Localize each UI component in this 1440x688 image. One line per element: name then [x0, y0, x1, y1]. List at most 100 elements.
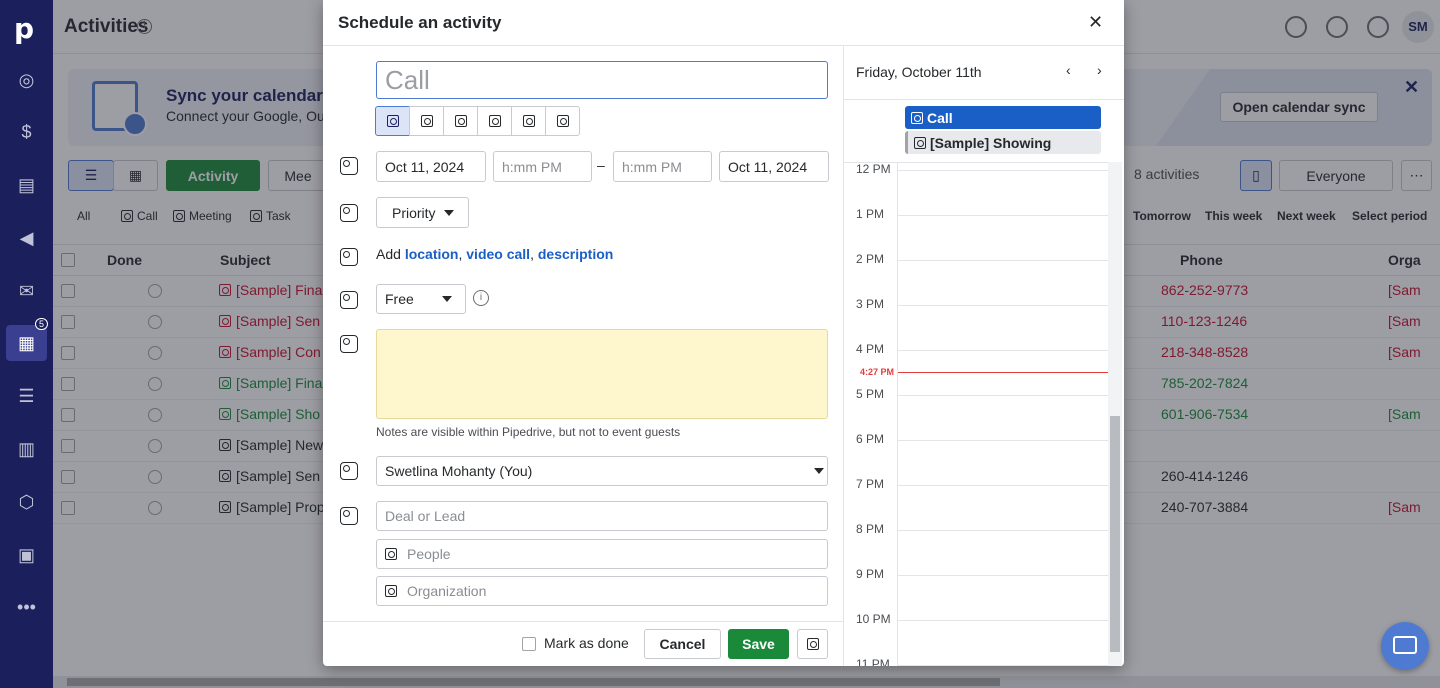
hour-slot[interactable]: 5 PM	[844, 387, 1108, 401]
email-icon[interactable]	[511, 106, 546, 136]
marketplace-icon[interactable]: ▣	[0, 537, 53, 573]
pipedrive-logo[interactable]: p	[14, 12, 34, 45]
mail-icon[interactable]: ✉	[0, 273, 53, 309]
notes-editor[interactable]	[376, 329, 828, 419]
add-details-links: Add location, video call, description	[376, 246, 614, 262]
products-icon[interactable]: ⬡	[0, 484, 53, 520]
hour-label: 11 PM	[856, 657, 890, 666]
assignee-select[interactable]: Swetlina Mohanty (You)	[376, 456, 828, 486]
info-icon[interactable]: i	[473, 290, 489, 306]
add-video-call-link[interactable]: video call	[466, 246, 530, 262]
hour-label: 10 PM	[856, 612, 891, 626]
hour-slot[interactable]: 12 PM	[844, 162, 1108, 176]
chevron-left-icon[interactable]: ‹	[1066, 62, 1071, 78]
add-description-link[interactable]: description	[538, 246, 613, 262]
projects-icon[interactable]: ▤	[0, 167, 53, 203]
busy-free-select[interactable]: Free	[376, 284, 466, 314]
end-time-input[interactable]: h:mm PM	[613, 151, 712, 182]
activities-badge: 5	[35, 318, 49, 330]
event-call-label: Call	[927, 109, 953, 126]
deals-icon[interactable]: $	[0, 114, 53, 150]
calendar-date: Friday, October 11th	[856, 64, 982, 80]
cancel-button[interactable]: Cancel	[644, 629, 721, 659]
deal-lead-input[interactable]: Deal or Lead	[376, 501, 828, 531]
more-icon	[339, 247, 359, 267]
add-location-link[interactable]: location	[405, 246, 459, 262]
hour-label: 1 PM	[856, 207, 885, 221]
chevron-down-icon	[441, 296, 452, 302]
help-bot-button[interactable]	[1381, 622, 1429, 670]
hour-slot[interactable]: 2 PM	[844, 252, 1108, 266]
graduation-cap-icon	[1393, 636, 1417, 654]
call-icon[interactable]	[375, 106, 410, 136]
end-time-placeholder: h:mm PM	[622, 158, 682, 175]
campaigns-icon[interactable]: ◀	[0, 220, 53, 256]
event-showing-label: [Sample] Showing	[930, 134, 1052, 151]
date-separator: –	[597, 157, 605, 173]
contacts-icon[interactable]: ☰	[0, 378, 53, 414]
close-icon[interactable]: ✕	[1088, 12, 1103, 33]
hour-slot[interactable]: 10 PM	[844, 612, 1108, 626]
chevron-down-icon	[443, 209, 454, 216]
day-calendar: Friday, October 11th ‹ › Call [Sample] S…	[843, 46, 1124, 666]
chevron-right-icon[interactable]: ›	[1097, 62, 1102, 78]
hour-slot[interactable]: 3 PM	[844, 297, 1108, 311]
start-date-input[interactable]: Oct 11, 2024	[376, 151, 486, 182]
person-icon	[385, 548, 397, 560]
busy-icon	[339, 290, 359, 310]
more-icon[interactable]: •••	[0, 589, 53, 625]
people-input[interactable]: People	[376, 539, 828, 569]
hour-slot[interactable]: 1 PM	[844, 207, 1108, 221]
hour-label: 4 PM	[856, 342, 885, 356]
event-call[interactable]: Call	[905, 106, 1101, 129]
hour-slot[interactable]: 7 PM	[844, 477, 1108, 491]
save-options-button[interactable]	[797, 629, 828, 659]
link-icon	[339, 506, 359, 526]
call-icon	[911, 111, 923, 124]
notes-icon	[339, 334, 359, 354]
modal-title: Schedule an activity	[338, 13, 502, 32]
people-placeholder: People	[407, 546, 451, 562]
deal-placeholder: Deal or Lead	[385, 508, 466, 524]
hour-label: 6 PM	[856, 432, 885, 446]
clock-icon	[339, 156, 359, 176]
calendar-scrollbar[interactable]	[1108, 162, 1122, 666]
hour-label: 5 PM	[856, 387, 885, 401]
activities-icon[interactable]: ▦	[6, 325, 47, 361]
copy-icon	[806, 638, 819, 650]
deadline-icon[interactable]	[477, 106, 512, 136]
meeting-icon	[914, 136, 926, 149]
meeting-icon[interactable]	[409, 106, 444, 136]
notes-hint: Notes are visible within Pipedrive, but …	[376, 425, 681, 439]
organization-input[interactable]: Organization	[376, 576, 828, 606]
start-date-value: Oct 11, 2024	[385, 158, 465, 175]
mark-done-label[interactable]: Mark as done	[544, 635, 629, 651]
hour-slot[interactable]: 9 PM	[844, 567, 1108, 581]
schedule-activity-modal: Schedule an activity ✕ Call Oct 11, 2024…	[323, 0, 1124, 666]
hour-slot[interactable]: 4 PM	[844, 342, 1108, 356]
busy-free-label: Free	[385, 291, 414, 307]
add-prefix: Add	[376, 246, 401, 262]
end-date-value: Oct 11, 2024	[728, 158, 808, 175]
hour-label: 12 PM	[856, 162, 891, 176]
priority-select[interactable]: Priority	[376, 197, 469, 228]
mark-done-checkbox[interactable]	[522, 637, 536, 651]
insights-icon[interactable]: ▥	[0, 431, 53, 467]
hour-label: 9 PM	[856, 567, 885, 581]
lunch-icon[interactable]	[545, 106, 580, 136]
current-time-line	[898, 372, 1108, 373]
subject-input[interactable]: Call	[376, 61, 828, 99]
start-time-placeholder: h:mm PM	[502, 158, 562, 175]
leads-icon[interactable]: ◎	[0, 62, 53, 98]
task-icon[interactable]	[443, 106, 478, 136]
building-icon	[385, 585, 397, 597]
start-time-input[interactable]: h:mm PM	[493, 151, 592, 182]
hour-slot[interactable]: 11 PM	[844, 657, 1108, 666]
hour-slot[interactable]: 8 PM	[844, 522, 1108, 536]
hour-label: 7 PM	[856, 477, 885, 491]
hour-slot[interactable]: 6 PM	[844, 432, 1108, 446]
end-date-input[interactable]: Oct 11, 2024	[719, 151, 829, 182]
save-button[interactable]: Save	[728, 629, 789, 659]
event-sample-showing[interactable]: [Sample] Showing	[905, 131, 1101, 154]
chevron-down-icon	[814, 468, 824, 474]
